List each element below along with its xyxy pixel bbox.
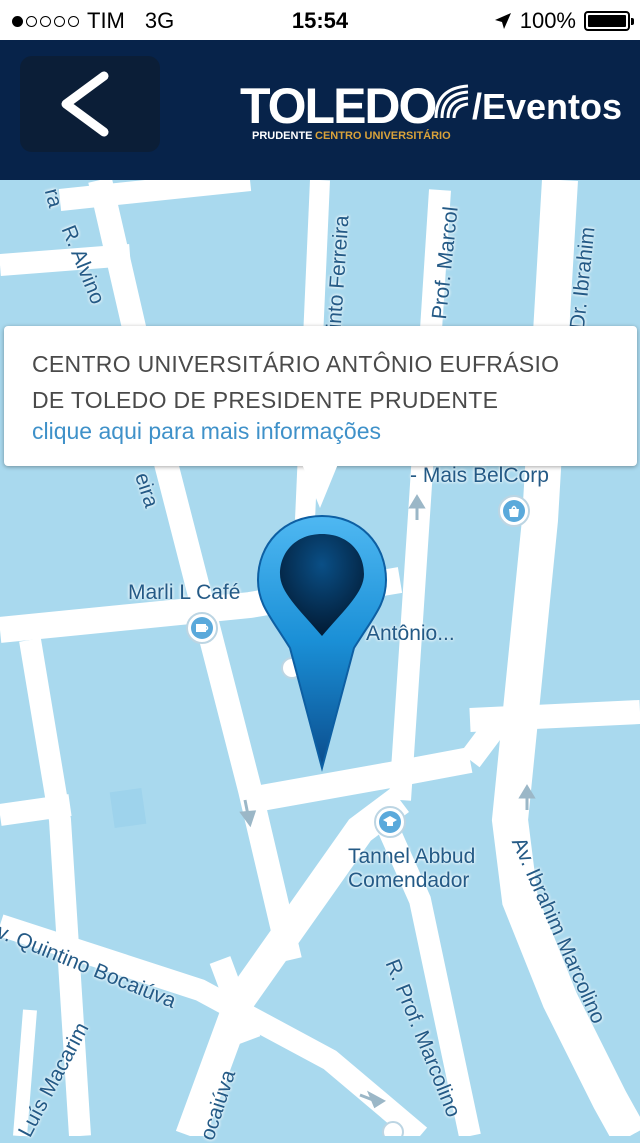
coffee-cup-icon[interactable] xyxy=(194,620,210,636)
logo-section-title: /Eventos xyxy=(472,86,623,127)
poi-label-school[interactable]: Tannel Abbud Comendador xyxy=(348,845,475,893)
app-header: TOLEDO /Eventos PRUDENTE CENTRO UNIVERSI… xyxy=(0,40,640,180)
chevron-left-icon xyxy=(61,71,109,137)
logo-wordmark: TOLEDO xyxy=(240,78,437,134)
graduation-cap-icon[interactable] xyxy=(382,814,398,830)
location-arrow-icon xyxy=(494,13,511,29)
location-callout[interactable]: CENTRO UNIVERSITÁRIO ANTÔNIO EUFRÁSIO DE… xyxy=(4,326,637,466)
toledo-eventos-logo: TOLEDO /Eventos PRUDENTE CENTRO UNIVERSI… xyxy=(240,78,630,148)
status-bar: TIM 3G 15:54 100% xyxy=(0,0,640,40)
logo-subtitle-left: PRUDENTE xyxy=(252,130,313,142)
back-button[interactable] xyxy=(20,56,160,152)
logo-emblem-icon xyxy=(434,84,469,119)
status-right: 100% xyxy=(494,8,634,34)
battery-icon xyxy=(584,11,634,31)
logo-subtitle-right: CENTRO UNIVERSITÁRIO xyxy=(315,130,451,142)
more-info-link[interactable]: clique aqui para mais informações xyxy=(32,418,381,445)
battery-percent: 100% xyxy=(519,8,576,33)
map-pin-icon[interactable] xyxy=(250,512,394,777)
callout-pointer xyxy=(302,464,338,508)
callout-title: CENTRO UNIVERSITÁRIO ANTÔNIO EUFRÁSIO DE… xyxy=(32,351,560,413)
poi-label-cafe[interactable]: Marli L Café xyxy=(128,581,240,605)
shopping-bag-icon[interactable] xyxy=(506,503,522,519)
poi-label-belcorp[interactable]: - Mais BelCorp xyxy=(410,464,549,488)
